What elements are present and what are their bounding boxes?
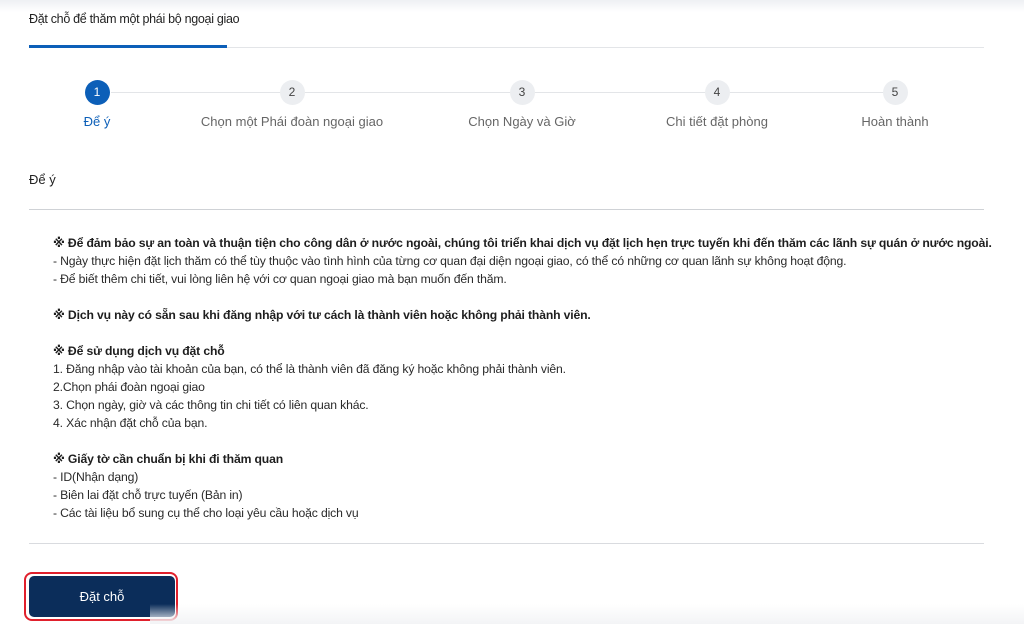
notice-line: 1. Đăng nhập vào tài khoản của bạn, có t…	[53, 362, 566, 376]
section-divider	[29, 209, 984, 210]
notice-line: 4. Xác nhận đặt chỗ của bạn.	[53, 416, 208, 430]
step-label: Chọn Ngày và Giờ	[468, 114, 576, 129]
tab-label: Đặt chỗ để thăm một phái bộ ngoại giao	[29, 12, 240, 26]
notice-heading: ※ Dịch vụ này có sẵn sau khi đăng nhập v…	[53, 308, 591, 322]
tab-bar: Đặt chỗ để thăm một phái bộ ngoại giao	[29, 0, 984, 48]
notice-line: 3. Chọn ngày, giờ và các thông tin chi t…	[53, 398, 369, 412]
section-title: Để ý	[29, 172, 56, 187]
step-3: 3 Chọn Ngày và Giờ	[412, 80, 632, 129]
bottom-fade	[150, 604, 1024, 624]
active-tab-indicator	[29, 45, 227, 48]
notice-line: - Các tài liệu bổ sung cụ thể cho loại y…	[53, 506, 359, 520]
notice-heading: ※ Để sử dụng dịch vụ đặt chỗ	[53, 344, 225, 358]
step-2: 2 Chọn một Phái đoàn ngoại giao	[182, 80, 402, 129]
step-label: Hoàn thành	[861, 114, 929, 129]
notice-line: - Ngày thực hiện đặt lịch thăm có thể tù…	[53, 254, 847, 268]
notice-content: ※ Để đảm bảo sự an toàn và thuận tiện ch…	[53, 234, 992, 522]
reservation-container: Đặt chỗ để thăm một phái bộ ngoại giao 1…	[24, 0, 992, 624]
notice-line: 2.Chọn phái đoàn ngoại giao	[53, 380, 205, 394]
tab-visit-reservation[interactable]: Đặt chỗ để thăm một phái bộ ngoại giao	[29, 0, 240, 48]
notice-line: - ID(Nhận dạng)	[53, 470, 139, 484]
step-number-badge: 3	[509, 80, 535, 105]
step-label: Chọn một Phái đoàn ngoại giao	[200, 114, 384, 129]
step-5: 5 Hoàn thành	[785, 80, 1005, 129]
step-1: 1 Để ý	[0, 80, 207, 129]
step-number-badge: 2	[279, 80, 305, 105]
step-number-badge: 1	[84, 80, 110, 105]
notice-heading: ※ Giấy tờ cần chuẩn bị khi đi thăm quan	[53, 452, 284, 466]
notice-heading: ※ Để đảm bảo sự an toàn và thuận tiện ch…	[53, 236, 992, 250]
step-label: Để ý	[83, 114, 111, 129]
footer-divider	[29, 543, 984, 544]
notice-line: - Để biết thêm chi tiết, vui lòng liên h…	[53, 272, 507, 286]
step-number-badge: 4	[704, 80, 730, 105]
step-number-badge: 5	[882, 80, 908, 105]
progress-stepper: 1 Để ý 2 Chọn một Phái đoàn ngoại giao 3…	[29, 80, 984, 140]
notice-line: - Biên lai đặt chỗ trực tuyến (Bản in)	[53, 488, 243, 502]
